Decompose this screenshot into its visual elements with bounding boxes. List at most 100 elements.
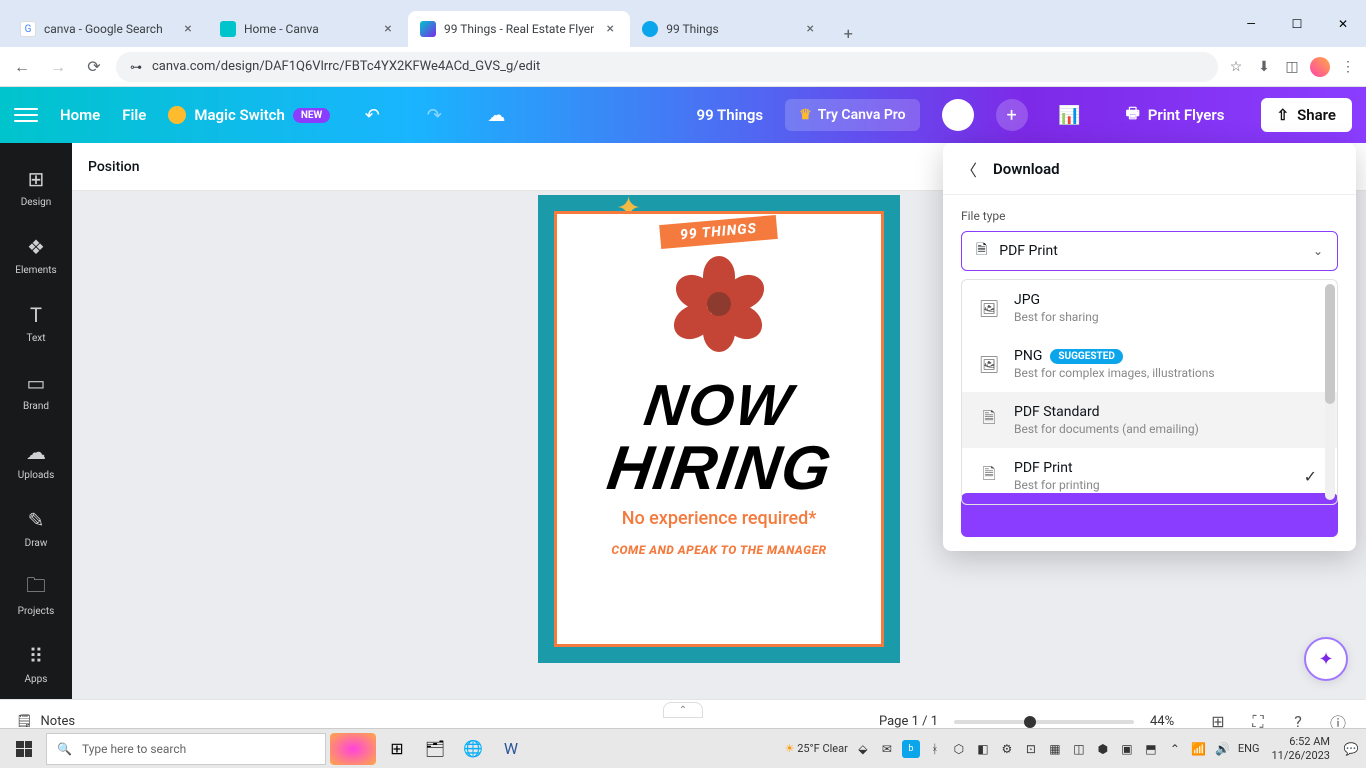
back-icon[interactable]: 〈 <box>961 157 977 181</box>
notifications-icon[interactable]: 💬 <box>1342 740 1360 758</box>
weather-widget[interactable]: ☀ 25°F Clear <box>785 742 848 755</box>
reload-button[interactable]: ⟳ <box>80 53 108 81</box>
home-link[interactable]: Home <box>60 106 100 124</box>
position-button[interactable]: Position <box>88 159 140 175</box>
file-type-select[interactable]: 🗎 PDF Print ⌄ <box>961 231 1338 271</box>
flyer-canvas[interactable]: ✦ ✦ ✦ ✦ 99 THINGS NOW HIRING No experien… <box>538 195 900 663</box>
file-menu[interactable]: File <box>122 106 146 124</box>
rail-apps[interactable]: ⠿Apps <box>0 631 72 699</box>
rail-text[interactable]: TText <box>0 290 72 358</box>
flyer-heading-now[interactable]: NOW <box>640 372 797 439</box>
magic-switch-button[interactable]: Magic Switch NEW <box>168 106 330 124</box>
rail-projects[interactable]: 🗀Projects <box>0 563 72 631</box>
tray-icon[interactable]: ◧ <box>974 740 992 758</box>
bluetooth-icon[interactable]: ᚼ <box>926 740 944 758</box>
document-title[interactable]: 99 Things <box>697 106 764 124</box>
option-jpg[interactable]: 🖼 JPG Best for sharing <box>962 280 1337 336</box>
tray-icon[interactable]: ⊡ <box>1022 740 1040 758</box>
cloud-sync-icon[interactable]: ☁ <box>476 95 516 135</box>
download-icon[interactable]: ⬇ <box>1254 57 1274 77</box>
uploads-icon: ☁ <box>24 440 48 464</box>
browser-tab[interactable]: G canva - Google Search × <box>8 11 208 47</box>
try-pro-button[interactable]: ♛ Try Canva Pro <box>785 99 919 131</box>
zoom-slider[interactable] <box>954 720 1134 724</box>
rail-label: Draw <box>25 538 48 549</box>
rail-uploads[interactable]: ☁Uploads <box>0 426 72 494</box>
taskbar-search[interactable]: 🔍 Type here to search <box>46 733 326 765</box>
option-pdf-print[interactable]: 🗎 PDF Print Best for printing ✓ <box>962 448 1337 504</box>
rail-brand[interactable]: ▭Brand <box>0 358 72 426</box>
back-button[interactable]: ← <box>8 53 36 81</box>
chrome-icon[interactable]: 🌐 <box>456 733 490 765</box>
bookmark-icon[interactable]: ☆ <box>1226 57 1246 77</box>
share-button[interactable]: ⇧ Share <box>1261 98 1353 132</box>
notes-button[interactable]: 🗒 Notes <box>16 714 75 729</box>
word-icon[interactable]: W <box>494 733 528 765</box>
page-indicator[interactable]: Page 1 / 1 <box>879 714 938 729</box>
tray-icon[interactable]: ⌃ <box>1166 740 1184 758</box>
windows-taskbar: 🔍 Type here to search ⊞ 🗂 🌐 W ☀ 25°F Cle… <box>0 728 1366 768</box>
tab-title: canva - Google Search <box>44 22 172 36</box>
rail-draw[interactable]: ✎Draw <box>0 494 72 562</box>
tray-icon[interactable]: ⬙ <box>854 740 872 758</box>
analytics-icon[interactable]: 📊 <box>1050 95 1090 135</box>
add-collaborator-button[interactable]: + <box>996 99 1028 131</box>
tray-icon[interactable]: ⬡ <box>950 740 968 758</box>
system-tray: ☀ 25°F Clear ⬙ ✉ b ᚼ ⬡ ◧ ⚙ ⊡ ▦ ◫ ⬢ ▣ ⬒ ⌃… <box>785 735 1360 761</box>
clock[interactable]: 6:52 AM 11/26/2023 <box>1265 735 1336 761</box>
redo-button[interactable]: ↷ <box>414 95 454 135</box>
profile-avatar[interactable] <box>1310 57 1330 77</box>
tray-icon[interactable]: b <box>902 740 920 758</box>
new-tab-button[interactable]: + <box>834 19 862 47</box>
tray-icon[interactable]: ⬒ <box>1142 740 1160 758</box>
time-text: 6:52 AM <box>1289 735 1330 748</box>
flyer-heading-hiring[interactable]: HIRING <box>603 433 836 504</box>
tray-icon[interactable]: ◫ <box>1070 740 1088 758</box>
magic-assist-button[interactable]: ✦ <box>1304 637 1348 681</box>
flyer-banner[interactable]: 99 THINGS <box>660 215 779 249</box>
flower-graphic[interactable] <box>669 254 769 354</box>
minimize-button[interactable]: — <box>1228 0 1274 47</box>
flyer-footer-text[interactable]: COME AND APEAK TO THE MANAGER <box>611 543 826 557</box>
menu-button[interactable] <box>14 103 38 127</box>
close-icon[interactable]: × <box>180 21 196 37</box>
scrollbar-thumb[interactable] <box>1325 284 1335 404</box>
option-png[interactable]: 🖼 PNG SUGGESTED Best for complex images,… <box>962 336 1337 392</box>
tray-icon[interactable]: ⚙ <box>998 740 1016 758</box>
url-input[interactable]: ⊶ canva.com/design/DAF1Q6Vlrrc/FBTc4YX2K… <box>116 52 1218 82</box>
forward-button[interactable]: → <box>44 53 72 81</box>
flyer-subtext[interactable]: No experience required* <box>622 508 817 529</box>
tray-icon[interactable]: ▦ <box>1046 740 1064 758</box>
file-explorer-icon[interactable]: 🗂 <box>418 733 452 765</box>
option-pdf-standard[interactable]: 🗎 PDF Standard Best for documents (and e… <box>962 392 1337 448</box>
undo-button[interactable]: ↶ <box>352 95 392 135</box>
reader-icon[interactable]: ◫ <box>1282 57 1302 77</box>
browser-tab-active[interactable]: 99 Things - Real Estate Flyer × <box>408 11 630 47</box>
taskbar-app[interactable] <box>330 733 376 765</box>
tray-icon[interactable]: ✉ <box>878 740 896 758</box>
zoom-value[interactable]: 44% <box>1150 714 1190 729</box>
wifi-icon[interactable]: 📶 <box>1190 740 1208 758</box>
maximize-button[interactable]: ☐ <box>1274 0 1320 47</box>
rail-elements[interactable]: ❖Elements <box>0 221 72 289</box>
language-indicator[interactable]: ENG <box>1238 742 1260 755</box>
chrome-menu-icon[interactable]: ⋮ <box>1338 57 1358 77</box>
page-expand-handle[interactable]: ⌃ <box>663 702 703 718</box>
close-icon[interactable]: × <box>602 21 618 37</box>
start-button[interactable] <box>6 733 42 765</box>
option-name: PDF Print <box>1014 460 1073 476</box>
close-window-button[interactable]: ✕ <box>1320 0 1366 47</box>
browser-tab[interactable]: Home - Canva × <box>208 11 408 47</box>
volume-icon[interactable]: 🔊 <box>1214 740 1232 758</box>
zoom-thumb[interactable] <box>1024 716 1036 728</box>
rail-design[interactable]: ⊞Design <box>0 153 72 221</box>
user-avatar[interactable] <box>942 99 974 131</box>
close-icon[interactable]: × <box>802 21 818 37</box>
tray-icon[interactable]: ⬢ <box>1094 740 1112 758</box>
browser-tab[interactable]: 99 Things × <box>630 11 830 47</box>
print-flyers-button[interactable]: 🖶 Print Flyers <box>1112 95 1239 136</box>
tray-icon[interactable]: ▣ <box>1118 740 1136 758</box>
task-view-icon[interactable]: ⊞ <box>380 733 414 765</box>
site-info-icon[interactable]: ⊶ <box>130 60 142 74</box>
close-icon[interactable]: × <box>380 21 396 37</box>
